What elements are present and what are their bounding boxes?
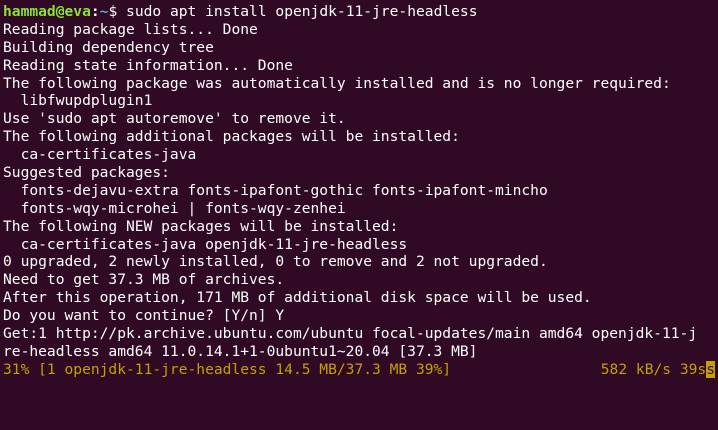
output-line: libfwupdplugin1 xyxy=(3,92,153,110)
output-line: The following NEW packages will be insta… xyxy=(3,217,399,235)
output-line: Reading package lists... Done xyxy=(3,20,258,38)
output-line: fonts-dejavu-extra fonts-ipafont-gothic … xyxy=(3,181,548,199)
prompt-symbol: $ xyxy=(108,3,127,20)
output-line: Get:1 http://pk.archive.ubuntu.com/ubunt… xyxy=(3,325,698,343)
command-text: sudo apt install openjdk-11-jre-headless xyxy=(126,3,478,20)
output-line: Building dependency tree xyxy=(3,38,214,56)
download-progress-status: 31% [1 openjdk-11-jre-headless 14.5 MB/3… xyxy=(3,360,452,378)
output-line: Reading state information... Done xyxy=(3,56,293,74)
terminal-cursor: s xyxy=(706,360,715,378)
terminal-window[interactable]: hammad@eva:~$ sudo apt install openjdk-1… xyxy=(0,0,718,430)
prompt-user: hammad@eva xyxy=(3,3,91,20)
output-line: fonts-wqy-microhei | fonts-wqy-zenhei xyxy=(3,199,346,217)
download-speed-eta: 582 kB/s 39ss xyxy=(600,360,715,379)
output-line: After this operation, 171 MB of addition… xyxy=(3,289,592,307)
output-line: Use 'sudo apt autoremove' to remove it. xyxy=(3,110,346,128)
output-line: Need to get 37.3 MB of archives. xyxy=(3,271,285,289)
output-line: Suggested packages: xyxy=(3,164,170,182)
download-progress-line: 31% [1 openjdk-11-jre-headless 14.5 MB/3… xyxy=(3,360,715,379)
output-line: The following additional packages will b… xyxy=(3,128,460,146)
output-line: ca-certificates-java xyxy=(3,146,197,164)
output-line: Do you want to continue? [Y/n] Y xyxy=(3,307,285,325)
prompt-line: hammad@eva:~$ sudo apt install openjdk-1… xyxy=(3,3,718,21)
output-line: 0 upgraded, 2 newly installed, 0 to remo… xyxy=(3,253,548,271)
output-line: The following package was automatically … xyxy=(3,74,671,92)
download-speed-text: 582 kB/s 39s xyxy=(600,360,707,378)
output-line: ca-certificates-java openjdk-11-jre-head… xyxy=(3,235,408,253)
output-line: re-headless amd64 11.0.14.1+1-0ubuntu1~2… xyxy=(3,342,478,360)
prompt-separator: : xyxy=(90,3,100,20)
